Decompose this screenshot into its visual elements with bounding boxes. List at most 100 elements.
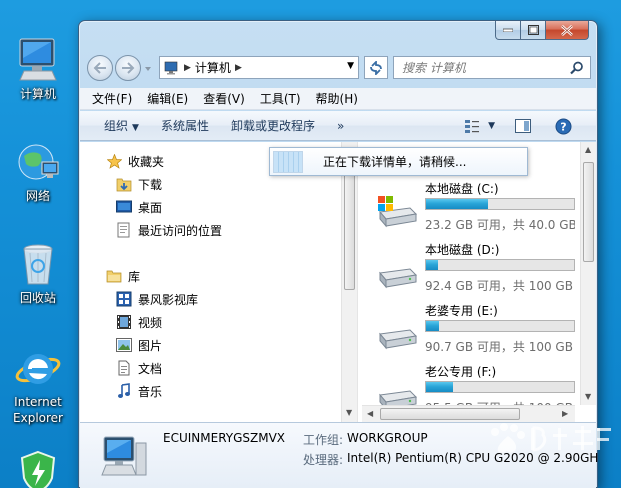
scroll-down-icon[interactable]: ▼ [585, 392, 591, 401]
picture-icon [116, 337, 132, 353]
scroll-left-icon[interactable]: ◀ [367, 409, 373, 418]
nav-documents[interactable]: 文档 [116, 358, 162, 378]
menu-help[interactable]: 帮助(H) [316, 90, 358, 107]
desktop-icon-network[interactable]: 网络 [3, 138, 73, 204]
close-button[interactable] [546, 21, 589, 40]
drive-name: 老公专用 (F:) [425, 365, 497, 379]
chevron-down-icon [145, 67, 151, 71]
hard-drive-icon [379, 329, 418, 350]
chevron-down-icon: ▼ [488, 121, 495, 131]
address-dropdown-icon[interactable]: ▼ [347, 61, 354, 71]
drive-space-info: 90.7 GB 可用，共 100 GB [425, 340, 573, 354]
desktop-icon-label: Internet Explorer [13, 395, 63, 425]
minimize-button[interactable] [495, 21, 521, 40]
drive-usage-bar [425, 198, 575, 210]
drive-item[interactable]: 本地磁盘 (D:) 92.4 GB 可用，共 100 GB [370, 241, 575, 301]
file-pane-horizontal-scrollbar[interactable]: ◀ ▶ [362, 405, 575, 422]
back-arrow-icon [93, 62, 106, 74]
pane-splitter[interactable] [357, 142, 361, 422]
nav-label: 收藏夹 [128, 154, 165, 169]
loading-text: 正在下载详情单，请稍候... [323, 155, 467, 169]
nav-videos[interactable]: 视频 [116, 312, 162, 332]
scroll-right-icon[interactable]: ▶ [562, 409, 568, 418]
organize-label: 组织 [104, 119, 129, 133]
scroll-down-icon[interactable]: ▼ [346, 408, 352, 417]
system-properties-button[interactable]: 系统属性 [161, 117, 209, 134]
document-icon [116, 360, 132, 376]
scrollbar-thumb[interactable] [583, 162, 594, 262]
nav-storm-video-library[interactable]: 暴风影视库 [116, 289, 198, 309]
hard-drive-icon [379, 268, 418, 289]
address-bar[interactable]: ▶ 计算机 ▶ ▼ [159, 56, 359, 79]
drive-name: 本地磁盘 (C:) [425, 182, 499, 196]
help-button[interactable]: ? [555, 118, 572, 135]
nav-downloads[interactable]: 下载 [116, 174, 162, 194]
back-button[interactable] [87, 55, 113, 81]
drive-usage-bar [425, 381, 575, 393]
desktop-icon-label: 计算机 [19, 87, 56, 101]
minimize-icon [503, 28, 513, 32]
desktop-icon-internet-explorer[interactable]: Internet Explorer [3, 344, 73, 426]
nav-music[interactable]: 音乐 [116, 381, 162, 401]
change-view-button[interactable]: ▼ [464, 119, 495, 133]
maximize-button[interactable] [521, 21, 546, 40]
nav-desktop[interactable]: 桌面 [116, 197, 162, 217]
close-icon [561, 24, 573, 36]
svg-text:?: ? [560, 120, 566, 133]
scrollbar-thumb[interactable] [380, 408, 520, 420]
forward-arrow-icon [122, 62, 135, 74]
star-icon [106, 153, 122, 169]
organize-button[interactable]: 组织 ▼ [104, 117, 139, 134]
breadcrumb-computer[interactable]: 计算机 [195, 59, 231, 76]
search-icon[interactable] [570, 61, 584, 75]
scroll-up-icon[interactable]: ▲ [585, 145, 591, 154]
video-library-icon [116, 291, 132, 307]
nav-label: 桌面 [138, 200, 163, 215]
more-commands-button[interactable]: » [337, 119, 344, 133]
breadcrumb-separator-icon[interactable]: ▶ [184, 63, 191, 73]
drive-usage-fill [426, 260, 438, 270]
scrollbar-thumb[interactable] [344, 170, 355, 290]
loading-details-popup: 正在下载详情单，请稍候... [269, 147, 528, 176]
computer-name: ECUINMERYGSZMVX [163, 431, 286, 445]
nav-label: 下载 [138, 177, 163, 192]
desktop-icon-recycle-bin[interactable]: 回收站 [3, 240, 73, 306]
nav-label: 库 [128, 269, 141, 284]
drive-space-info: 92.4 GB 可用，共 100 GB [425, 279, 573, 293]
uninstall-program-button[interactable]: 卸载或更改程序 [231, 117, 315, 134]
search-input[interactable] [394, 57, 564, 78]
drive-item[interactable]: 老婆专用 (E:) 90.7 GB 可用，共 100 GB [370, 302, 575, 362]
chevron-down-icon: ▼ [132, 123, 139, 133]
nav-favorites[interactable]: 收藏夹 [106, 151, 164, 171]
desktop-icon [116, 199, 132, 215]
command-bar: 组织 ▼ 系统属性 卸载或更改程序 » ▼ ? [80, 111, 596, 141]
security-shield-icon [14, 448, 62, 488]
menu-file[interactable]: 文件(F) [92, 90, 132, 107]
refresh-button[interactable] [364, 56, 388, 79]
search-box[interactable] [393, 56, 591, 79]
file-pane-scrollbar[interactable]: ▲ ▼ [580, 142, 596, 405]
refresh-icon [370, 60, 382, 75]
menu-tools[interactable]: 工具(T) [260, 90, 301, 107]
drive-usage-fill [426, 382, 453, 392]
forward-button[interactable] [115, 55, 141, 81]
menu-view[interactable]: 查看(V) [203, 90, 245, 107]
desktop-icon-security[interactable] [3, 448, 73, 488]
music-note-icon [116, 383, 132, 399]
navigation-pane-scrollbar[interactable]: ▼ [341, 142, 357, 422]
nav-label: 暴风影视库 [138, 292, 199, 307]
menu-edit[interactable]: 编辑(E) [147, 90, 188, 107]
recent-pages-dropdown[interactable] [143, 63, 153, 73]
computer-icon [164, 61, 178, 74]
nav-libraries[interactable]: 库 [106, 266, 140, 286]
network-globe-icon [14, 138, 62, 186]
preview-pane-button[interactable] [515, 119, 531, 133]
caption-buttons [495, 21, 589, 41]
desktop-icon-computer[interactable]: 计算机 [3, 36, 73, 102]
nav-recent-places[interactable]: 最近访问的位置 [116, 220, 222, 240]
breadcrumb-separator-icon[interactable]: ▶ [235, 63, 242, 73]
nav-pictures[interactable]: 图片 [116, 335, 162, 355]
nav-label: 图片 [138, 338, 163, 353]
drive-item[interactable]: 本地磁盘 (C:) 23.2 GB 可用，共 40.0 GB [370, 180, 575, 240]
desktop-icon-label: 网络 [25, 189, 50, 203]
